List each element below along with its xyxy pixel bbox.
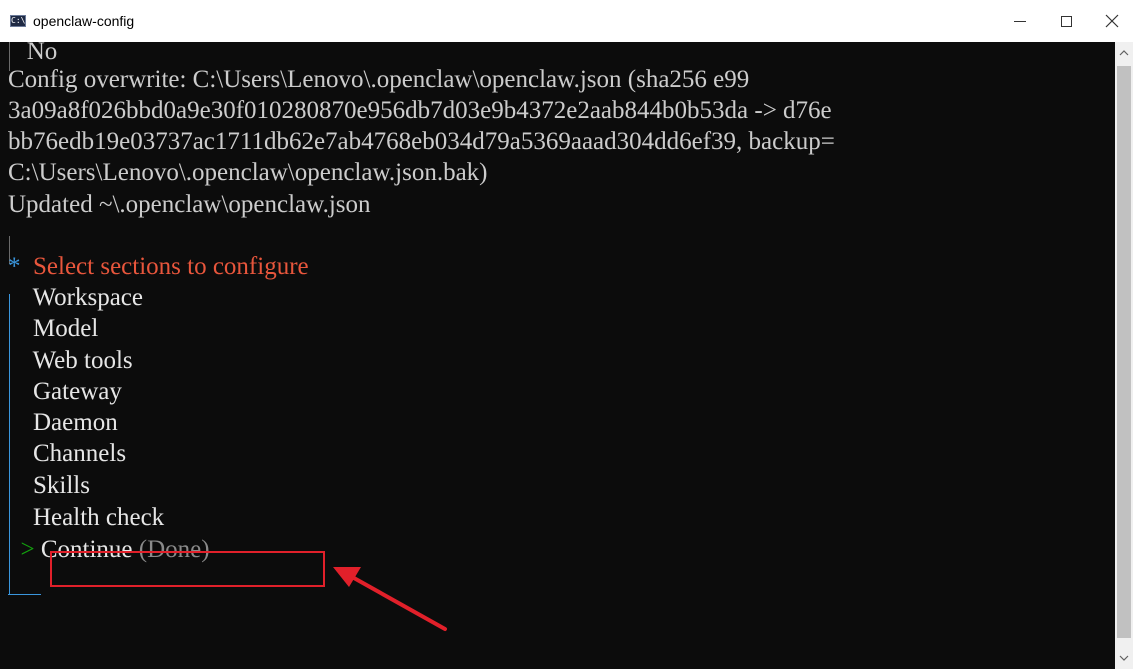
option-skills[interactable]: Skills — [8, 470, 90, 502]
config-overwrite-line-2: 3a09a8f026bbd0a9e30f010280870e956db7d03e… — [8, 97, 832, 124]
annotation-arrow-icon — [333, 567, 447, 631]
option-gateway[interactable]: Gateway — [8, 376, 122, 408]
annotation-highlight-box — [50, 551, 325, 587]
maximize-icon — [1060, 15, 1072, 27]
option-model[interactable]: Model — [8, 313, 98, 345]
option-web-tools[interactable]: Web tools — [8, 345, 133, 377]
prompt-marker: * — [8, 253, 21, 280]
maximize-button[interactable] — [1043, 0, 1089, 42]
close-icon — [1105, 14, 1119, 28]
prompt-line: * Select sections to configure — [8, 251, 309, 283]
option-channels[interactable]: Channels — [8, 438, 126, 470]
tree-rail-end — [8, 594, 41, 595]
scrollbar-thumb[interactable] — [1117, 66, 1131, 638]
updated-line: Updated ~\.openclaw\openclaw.json — [8, 191, 371, 218]
option-daemon[interactable]: Daemon — [8, 407, 118, 439]
option-health-check[interactable]: Health check — [8, 502, 164, 534]
chevron-down-icon — [1119, 655, 1129, 661]
scroll-down-button[interactable] — [1115, 649, 1133, 667]
close-button[interactable] — [1089, 0, 1133, 42]
config-overwrite-line-1: Config overwrite: C:\Users\Lenovo\.openc… — [8, 66, 750, 93]
minimize-icon — [1014, 20, 1026, 22]
chevron-up-icon — [1119, 50, 1129, 56]
config-overwrite-line-4: C:\Users\Lenovo\.openclaw\openclaw.json.… — [8, 159, 488, 186]
console-output[interactable]: No Config overwrite: C:\Users\Lenovo\.op… — [0, 42, 1115, 669]
minimize-button[interactable] — [997, 0, 1043, 42]
window-title: openclaw-config — [33, 13, 135, 29]
prompt-title: Select sections to configure — [33, 253, 309, 280]
vertical-scrollbar[interactable] — [1115, 42, 1133, 669]
selection-pointer-icon: > — [20, 536, 35, 563]
title-bar: C:\ openclaw-config — [0, 0, 1133, 42]
option-workspace[interactable]: Workspace — [8, 282, 143, 314]
config-overwrite-line-3: bb76edb19e03737ac1711db62e7ab4768eb034d7… — [8, 128, 835, 155]
previous-answer: No — [26, 42, 58, 65]
console-app-icon: C:\ — [10, 15, 26, 27]
scroll-up-button[interactable] — [1115, 44, 1133, 62]
